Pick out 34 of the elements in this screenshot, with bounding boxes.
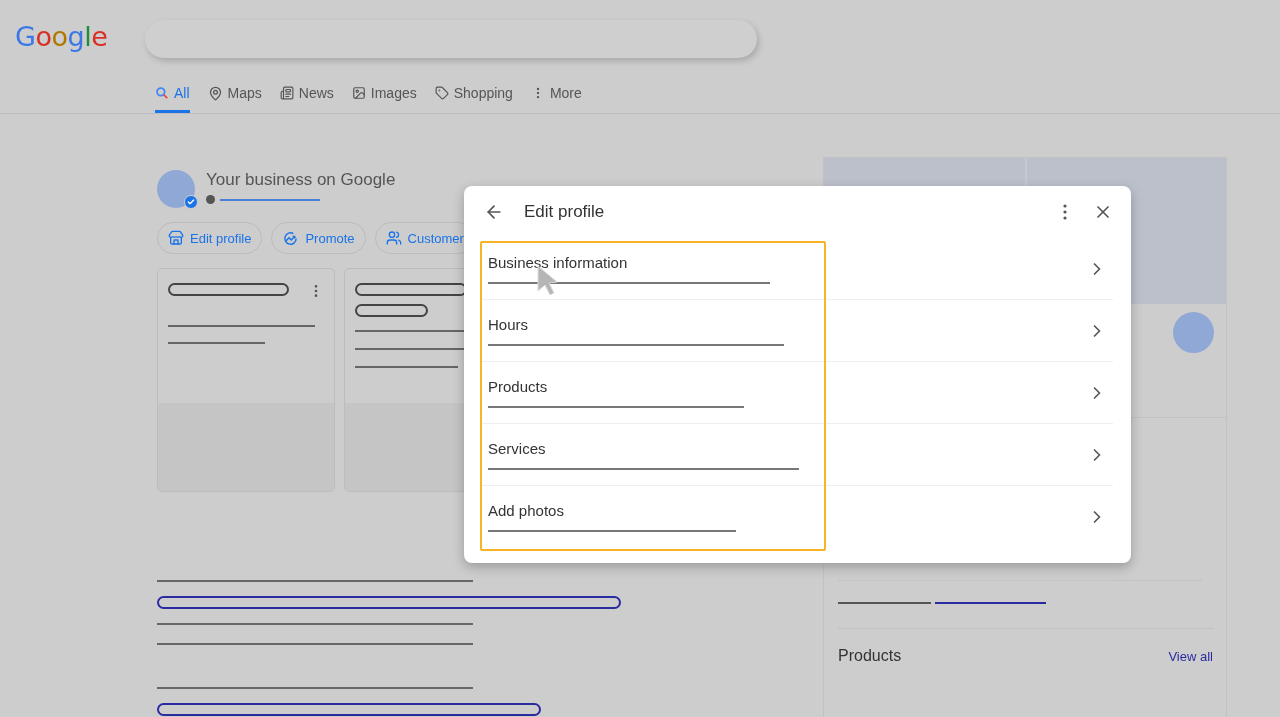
search-tab[interactable]: Maps — [207, 76, 262, 113]
menu-row[interactable]: Hours — [480, 299, 1113, 361]
menu-row-label: Hours — [488, 315, 529, 333]
section-title: Products — [838, 647, 902, 665]
people-icon — [385, 230, 402, 246]
newspaper-icon — [279, 86, 294, 100]
search-tab[interactable]: Images — [351, 76, 417, 113]
avatar — [1173, 312, 1214, 353]
menu-row-label: Business information — [488, 253, 629, 271]
store-icon — [168, 230, 184, 246]
menu-row-label: Services — [488, 439, 547, 457]
menu-row-label: Add photos — [488, 501, 565, 519]
search-tab[interactable]: All — [155, 76, 190, 113]
status-dot — [206, 195, 215, 204]
google-logo: Google — [15, 20, 109, 52]
more-icon — [1063, 204, 1067, 220]
view-all-link[interactable]: View all — [1168, 649, 1213, 664]
image-icon — [351, 86, 366, 100]
verified-badge-icon — [184, 195, 198, 209]
map-pin-icon — [207, 85, 223, 101]
more-button[interactable] — [1061, 202, 1069, 222]
business-title: Your business on Google — [206, 170, 396, 190]
menu-row[interactable]: Add photos — [480, 485, 1113, 547]
search-field[interactable] — [145, 20, 757, 58]
search-tab[interactable]: More — [530, 76, 582, 113]
search-icon — [155, 86, 169, 100]
trend-circle-icon — [282, 229, 300, 247]
menu-row[interactable]: Products — [480, 361, 1113, 423]
search-tab[interactable]: News — [279, 76, 334, 113]
search-tab[interactable]: Shopping — [434, 76, 513, 113]
dialog-title: Edit profile — [524, 202, 606, 222]
tag-icon — [434, 86, 449, 100]
menu-row-label: Products — [488, 377, 549, 395]
menu-row[interactable]: Services — [480, 423, 1113, 485]
